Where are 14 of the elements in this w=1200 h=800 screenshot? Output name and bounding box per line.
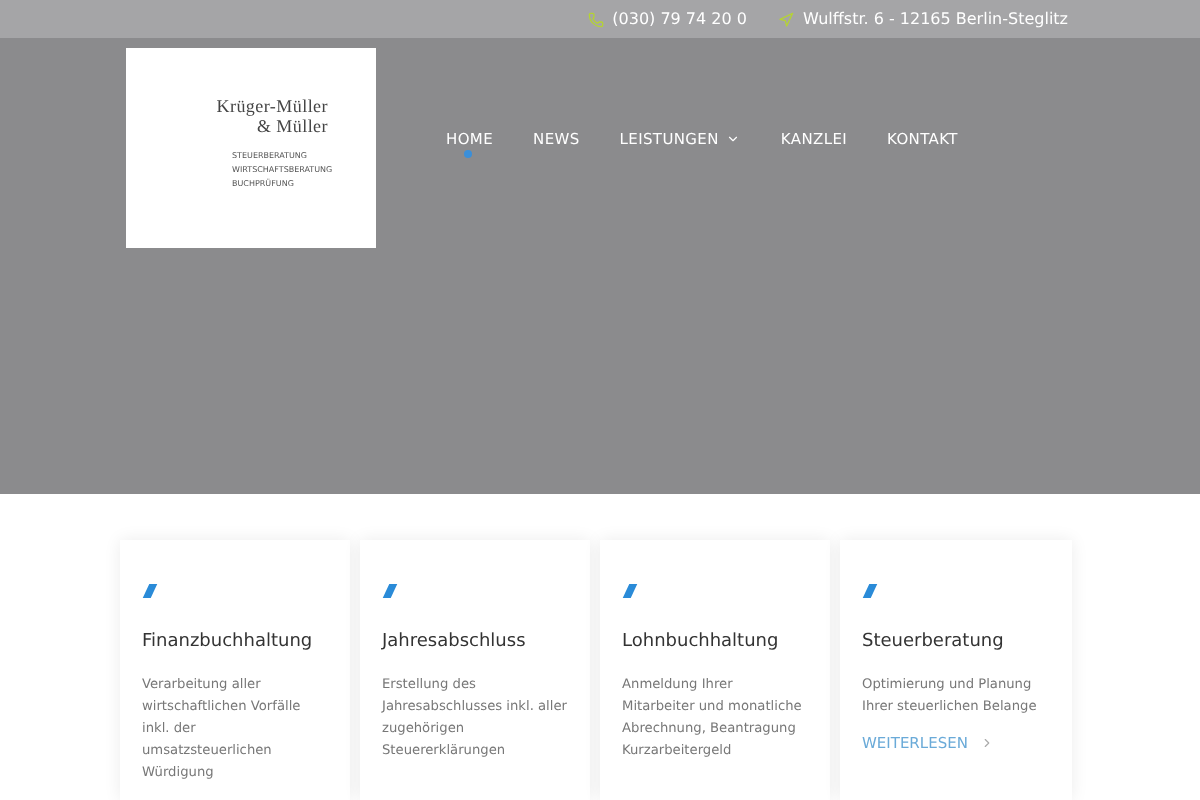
logo-name: Krüger-Müller & Müller	[216, 96, 328, 136]
slash-icon	[142, 584, 158, 598]
address-text: Wulffstr. 6 - 12165 Berlin-Steglitz	[802, 7, 1068, 31]
card-title: Finanzbuchhaltung	[142, 630, 315, 656]
chevron-icon	[979, 735, 994, 750]
slash-icon	[622, 584, 638, 598]
slash-icon	[382, 584, 398, 598]
card-title: Lohnbuchhaltung	[622, 630, 781, 656]
card-title: Steuerberatung	[862, 630, 1006, 656]
phone-number: (030) 79 74 20 0	[612, 7, 747, 31]
location-arrow-icon	[778, 11, 795, 27]
slash-icon	[862, 584, 878, 598]
card-title: Jahresabschluss	[382, 630, 528, 656]
phone-icon	[588, 11, 605, 27]
